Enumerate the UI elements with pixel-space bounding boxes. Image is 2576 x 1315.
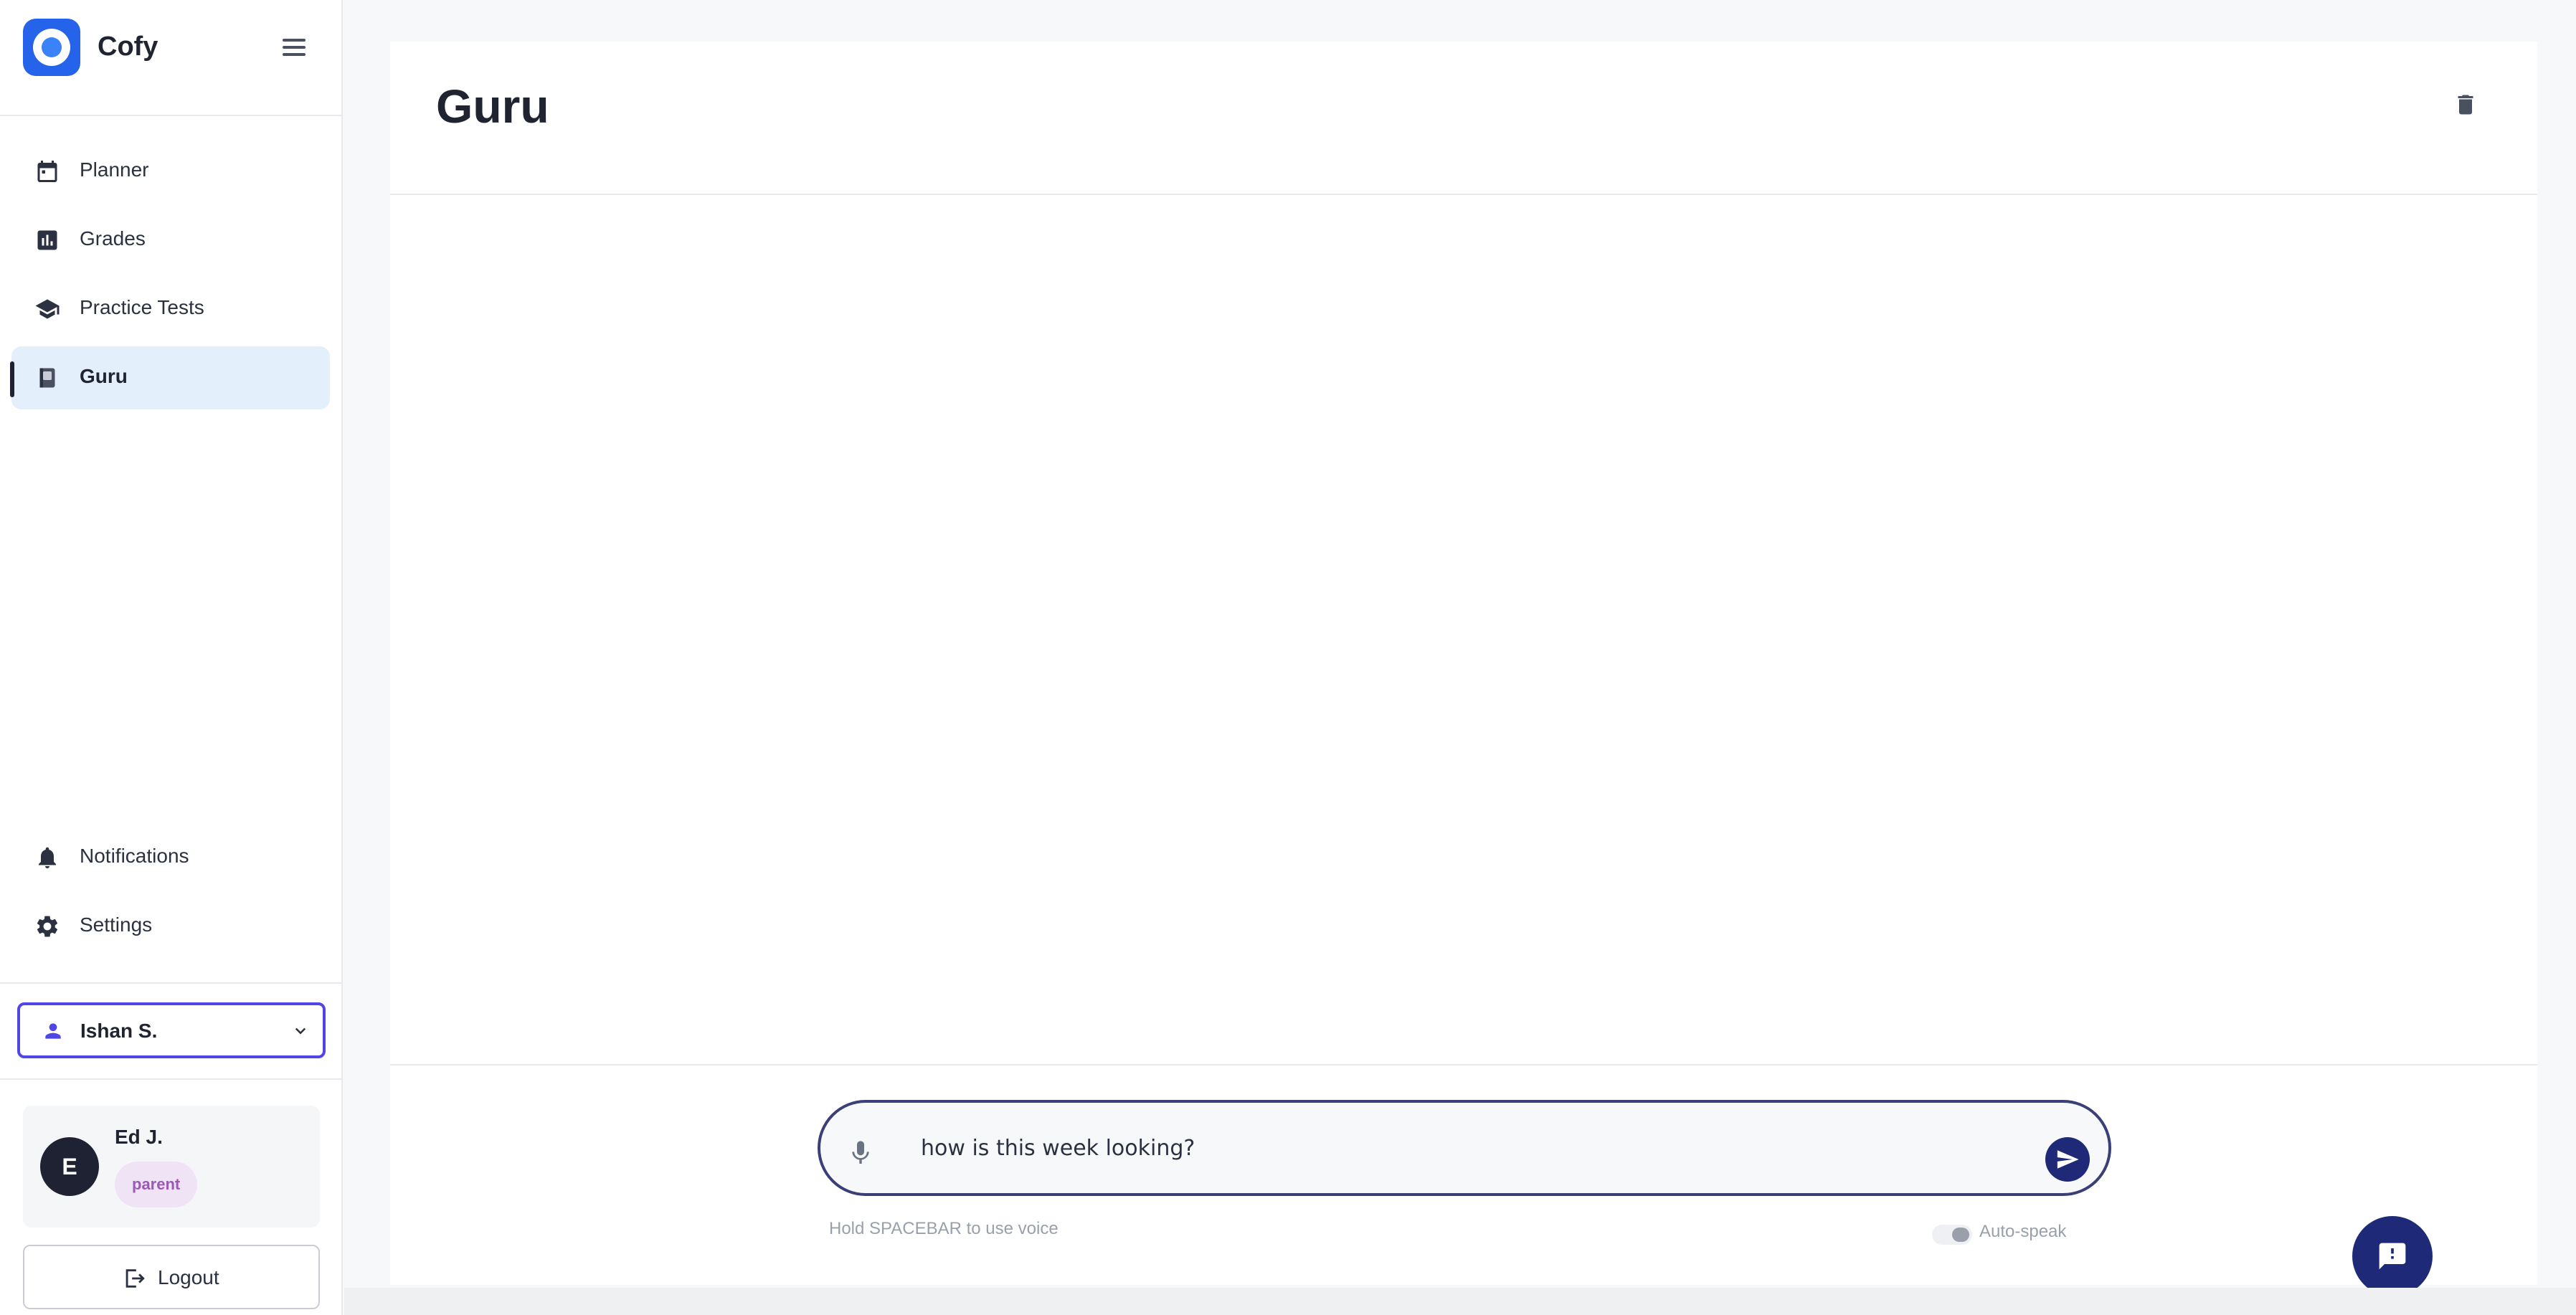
logo-icon — [23, 19, 80, 76]
brand-header: Cofy — [0, 0, 341, 116]
divider — [390, 1064, 2537, 1065]
sidebar: Cofy Planner Grades Practice Tests Guru … — [0, 0, 343, 1315]
person-icon — [45, 1023, 61, 1039]
logout-label: Logout — [158, 1266, 219, 1288]
auto-speak-label: Auto-speak — [1979, 1222, 2067, 1241]
sidebar-item-label: Settings — [80, 913, 153, 936]
send-button[interactable] — [2045, 1137, 2090, 1182]
book-icon — [39, 368, 55, 388]
hamburger-icon[interactable] — [280, 33, 308, 62]
logout-icon — [126, 1269, 145, 1288]
student-selector[interactable]: Ishan S. — [17, 1002, 326, 1058]
sidebar-item-planner[interactable]: Planner — [11, 140, 330, 203]
sidebar-item-grades[interactable]: Grades — [11, 209, 330, 272]
profile-name: Ed J. — [115, 1126, 163, 1148]
sidebar-item-settings[interactable]: Settings — [11, 895, 330, 958]
logout-button[interactable]: Logout — [23, 1245, 320, 1309]
sidebar-item-practice-tests[interactable]: Practice Tests — [11, 277, 330, 341]
calendar-icon — [37, 161, 57, 182]
profile-card: E Ed J. parent — [23, 1106, 320, 1228]
microphone-icon[interactable] — [846, 1139, 875, 1167]
brand-name: Cofy — [98, 32, 158, 62]
gear-icon — [37, 916, 58, 937]
chevron-down-icon — [295, 1027, 306, 1035]
role-badge: parent — [115, 1162, 198, 1207]
send-icon — [2057, 1150, 2079, 1169]
divider — [390, 194, 2537, 195]
sidebar-item-label: Practice Tests — [80, 296, 204, 318]
bar-chart-icon — [37, 230, 57, 250]
student-name: Ishan S. — [80, 1020, 158, 1042]
sidebar-item-label: Planner — [80, 158, 149, 181]
sidebar-item-label: Grades — [80, 227, 146, 250]
sidebar-item-label: Guru — [80, 365, 128, 387]
active-indicator — [10, 361, 14, 397]
bottom-strip — [344, 1288, 2576, 1315]
graduation-cap-icon — [35, 299, 60, 319]
chat-input-container — [818, 1100, 2111, 1196]
sidebar-item-notifications[interactable]: Notifications — [11, 826, 330, 889]
divider — [0, 982, 341, 984]
bell-icon — [39, 847, 56, 868]
feedback-button[interactable] — [2352, 1216, 2433, 1296]
page-title: Guru — [436, 80, 549, 133]
sidebar-item-label: Notifications — [80, 845, 189, 867]
avatar: E — [40, 1137, 99, 1196]
voice-hint: Hold SPACEBAR to use voice — [829, 1219, 1059, 1238]
main-panel: Guru Hold SPACEBAR to use voice Auto-spe… — [390, 42, 2537, 1285]
chat-input[interactable] — [921, 1124, 1982, 1172]
sidebar-item-guru[interactable]: Guru — [11, 346, 330, 409]
divider — [0, 1078, 341, 1080]
auto-speak-toggle[interactable] — [1932, 1225, 1972, 1245]
feedback-icon — [2379, 1243, 2406, 1270]
trash-icon[interactable] — [2453, 90, 2478, 119]
